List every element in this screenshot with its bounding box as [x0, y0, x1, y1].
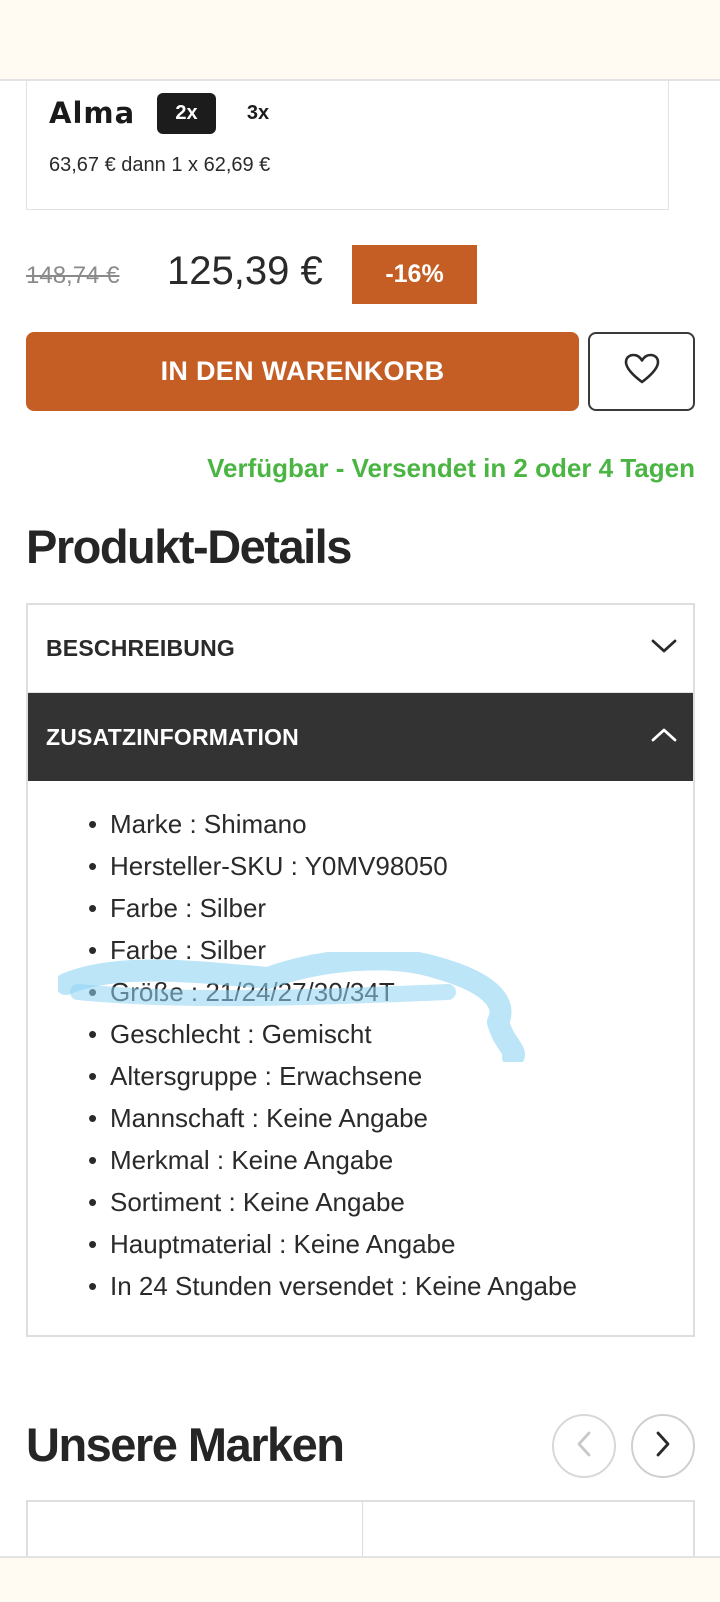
- current-price: 125,39 €: [167, 249, 323, 293]
- info-item: Altersgruppe : Erwachsene: [88, 1055, 577, 1097]
- bottom-bar: [0, 1556, 720, 1602]
- accordion-zusatzinformation[interactable]: ZUSATZINFORMATION: [28, 693, 693, 781]
- chevron-right-icon: [655, 1431, 671, 1462]
- info-item: In 24 Stunden versendet : Keine Angabe: [88, 1265, 577, 1307]
- additional-info-list: Marke : Shimano Hersteller-SKU : Y0MV980…: [88, 803, 577, 1307]
- info-item: Farbe : Silber: [88, 887, 577, 929]
- chevron-up-icon: [651, 727, 677, 748]
- discount-badge: -16%: [352, 245, 477, 304]
- installment-option-3x[interactable]: 3x: [232, 93, 284, 134]
- availability-status: Verfügbar - Versendet in 2 oder 4 Tagen: [207, 453, 695, 483]
- brands-title: Unsere Marken: [26, 1418, 345, 1471]
- info-item: Farbe : Silber: [88, 929, 577, 971]
- chevron-down-icon: [651, 638, 677, 659]
- info-item: Hauptmaterial : Keine Angabe: [88, 1223, 577, 1265]
- heart-icon: [624, 353, 660, 390]
- info-item: Merkmal : Keine Angabe: [88, 1139, 577, 1181]
- chevron-left-icon: [576, 1431, 592, 1462]
- top-header-bar: [0, 0, 720, 81]
- add-to-cart-button[interactable]: IN DEN WARENKORB: [26, 332, 579, 411]
- alma-logo: Alma: [49, 96, 136, 130]
- info-item: Sortiment : Keine Angabe: [88, 1181, 577, 1223]
- brands-prev-button[interactable]: [552, 1414, 616, 1478]
- info-item: Hersteller-SKU : Y0MV98050: [88, 845, 577, 887]
- info-item: Marke : Shimano: [88, 803, 577, 845]
- installment-details: 63,67 € dann 1 x 62,69 €: [49, 154, 271, 176]
- installment-option-2x[interactable]: 2x: [157, 93, 216, 134]
- brands-next-button[interactable]: [631, 1414, 695, 1478]
- accordion-zusatzinformation-label: ZUSATZINFORMATION: [46, 723, 299, 750]
- info-item: Größe : 21/24/27/30/34T: [88, 971, 577, 1013]
- product-details-accordion: BESCHREIBUNG ZUSATZINFORMATION Marke : S…: [26, 603, 695, 1337]
- info-item: Mannschaft : Keine Angabe: [88, 1097, 577, 1139]
- accordion-beschreibung[interactable]: BESCHREIBUNG: [28, 605, 693, 693]
- info-item: Geschlecht : Gemischt: [88, 1013, 577, 1055]
- wishlist-button[interactable]: [588, 332, 695, 411]
- accordion-beschreibung-label: BESCHREIBUNG: [46, 635, 235, 661]
- product-details-title: Produkt-Details: [26, 520, 352, 573]
- old-price: 148,74 €: [26, 262, 120, 289]
- alma-installment-box: Alma 2x 3x 63,67 € dann 1 x 62,69 €: [26, 80, 669, 210]
